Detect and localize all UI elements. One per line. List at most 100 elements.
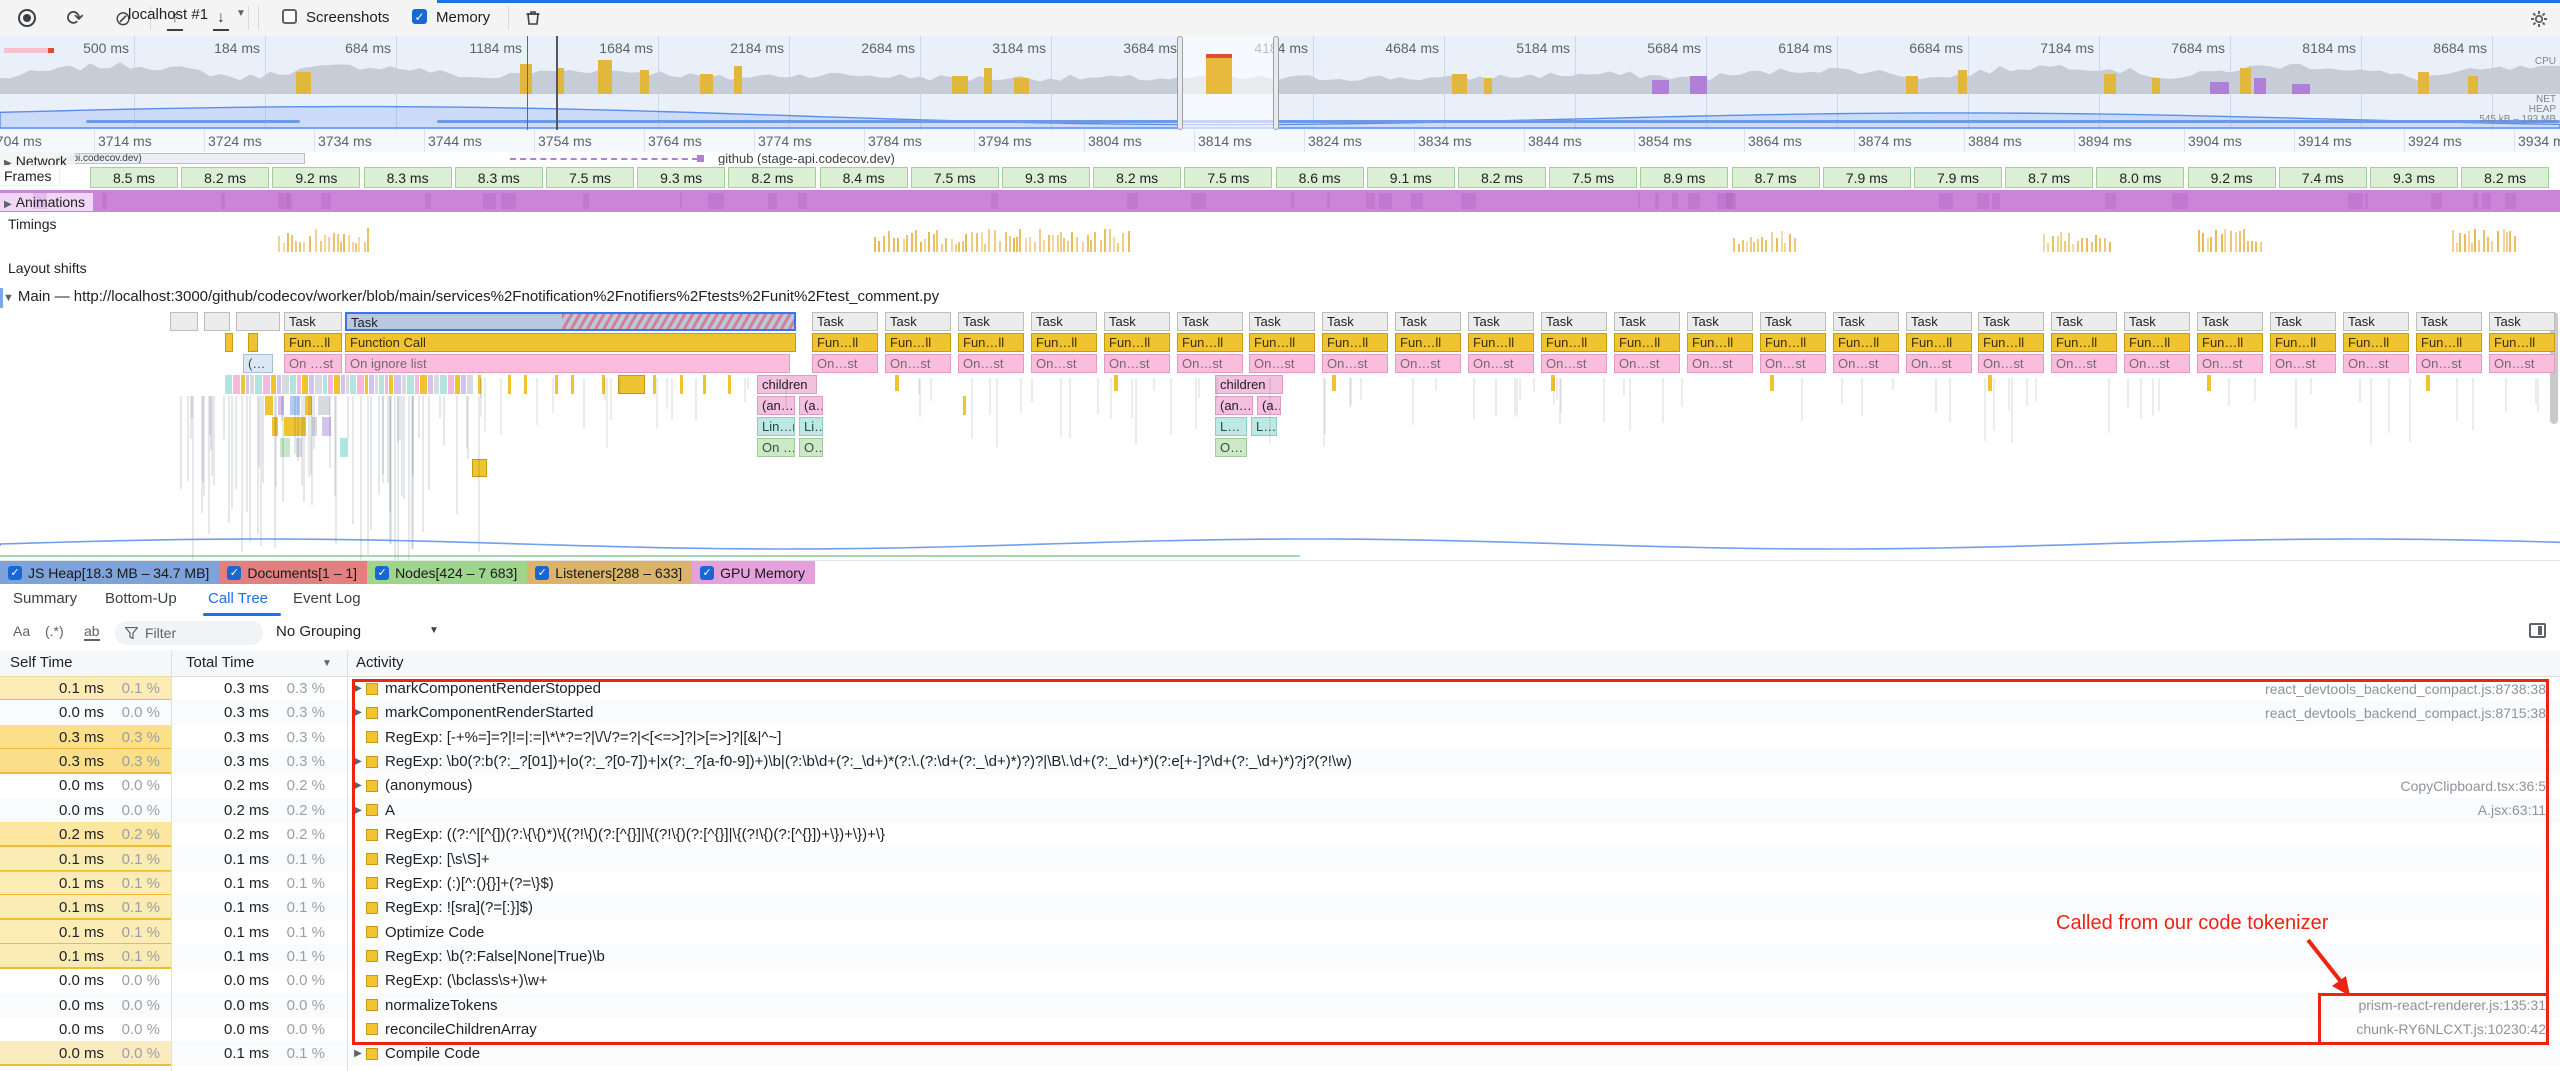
task-block[interactable]: Task: [2051, 312, 2117, 331]
function-call-block[interactable]: Fun…ll: [2124, 333, 2190, 352]
activity-cell[interactable]: ▶markComponentRenderStoppedreact_devtool…: [350, 676, 2560, 701]
ignore-list-block[interactable]: On…st: [1468, 354, 1534, 373]
frame-cell[interactable]: 8.2 ms: [181, 167, 269, 188]
ignore-list-block[interactable]: On…st: [1760, 354, 1826, 373]
table-row[interactable]: 0.3 ms0.3 %0.3 ms0.3 %▶RegExp: \b0(?:b(?…: [0, 749, 2560, 774]
frame-cell[interactable]: 8.5 ms: [90, 167, 178, 188]
expand-arrow-icon[interactable]: ▶: [350, 780, 366, 791]
task-block[interactable]: Task: [1833, 312, 1899, 331]
function-call-block[interactable]: Fun…ll: [1687, 333, 1753, 352]
function-call-block[interactable]: [248, 333, 258, 352]
ignore-list-block[interactable]: On…st: [885, 354, 951, 373]
ignore-list-block[interactable]: On…st: [2197, 354, 2263, 373]
function-call-block[interactable]: Fun…ll: [1760, 333, 1826, 352]
ignore-list-block[interactable]: On ignore list: [345, 354, 790, 373]
frames-track-header[interactable]: Frames: [0, 167, 59, 185]
activity-cell[interactable]: RegExp: (:)[^:(){}]+(?=\}$): [350, 871, 2560, 896]
task-block[interactable]: Task: [2124, 312, 2190, 331]
frame-cell[interactable]: 8.9 ms: [1640, 167, 1728, 188]
task-block[interactable]: Task: [284, 312, 342, 331]
selection-right-handle[interactable]: [1273, 36, 1279, 130]
ignore-list-block[interactable]: On…st: [1322, 354, 1388, 373]
tab-call-tree[interactable]: Call Tree: [208, 590, 268, 607]
counter-checkbox[interactable]: ✓: [535, 566, 549, 580]
frame-cell[interactable]: 8.7 ms: [2005, 167, 2093, 188]
task-block[interactable]: Task: [1687, 312, 1753, 331]
match-whole-word-toggle[interactable]: ab: [84, 623, 100, 641]
task-block[interactable]: Task: [885, 312, 951, 331]
anonymous-block[interactable]: (…: [243, 354, 273, 373]
function-call-block[interactable]: Fun…ll: [2270, 333, 2336, 352]
frame-cell[interactable]: 8.7 ms: [1732, 167, 1820, 188]
frame-cell[interactable]: 7.5 ms: [1549, 167, 1637, 188]
ignore-list-block[interactable]: On…st: [2489, 354, 2555, 373]
ignore-list-block[interactable]: On…st: [1177, 354, 1243, 373]
ignore-list-block[interactable]: O…t: [799, 438, 823, 457]
table-row[interactable]: 0.1 ms0.1 %0.1 ms0.1 %RegExp: [\s\S]+: [0, 847, 2560, 872]
frame-cell[interactable]: 9.3 ms: [1002, 167, 1090, 188]
activity-cell[interactable]: RegExp: [-+%=]=?|!=|:=|\*\*?=?|\/\/?=?|<…: [350, 725, 2560, 750]
tab-event-log[interactable]: Event Log: [293, 590, 361, 607]
match-case-toggle[interactable]: Aa: [13, 623, 30, 639]
task-block[interactable]: Task: [2197, 312, 2263, 331]
ignore-list-block[interactable]: On…st: [1541, 354, 1607, 373]
reload-and-record-button[interactable]: ⟳: [62, 5, 88, 31]
activity-cell[interactable]: RegExp: \b(?:False|None|True)\b: [350, 944, 2560, 969]
frame-cell[interactable]: 8.4 ms: [820, 167, 908, 188]
task-block[interactable]: Task: [1177, 312, 1243, 331]
function-call-block[interactable]: Fun…ll: [2051, 333, 2117, 352]
function-call-block[interactable]: Fun…ll: [2489, 333, 2555, 352]
frame-cell[interactable]: 9.1 ms: [1367, 167, 1455, 188]
ignore-list-block[interactable]: On …ist: [757, 438, 795, 457]
task-block[interactable]: Task: [1541, 312, 1607, 331]
frame-cell[interactable]: 8.6 ms: [1276, 167, 1364, 188]
settings-gear-button[interactable]: [2526, 6, 2552, 32]
task-block[interactable]: Task: [1614, 312, 1680, 331]
source-link[interactable]: A.jsx:63:11: [2478, 802, 2546, 818]
expand-arrow-icon[interactable]: ▶: [350, 756, 366, 767]
task-block[interactable]: Task: [1395, 312, 1461, 331]
frame-cell[interactable]: 7.9 ms: [1914, 167, 2002, 188]
task-block[interactable]: Task: [2270, 312, 2336, 331]
filter-input[interactable]: Filter: [115, 621, 263, 645]
column-activity[interactable]: Activity: [356, 654, 404, 671]
table-row[interactable]: 0.0 ms0.0 %0.2 ms0.2 %▶AA.jsx:63:11: [0, 798, 2560, 823]
table-row[interactable]: 0.0 ms0.0 %0.0 ms0.0 %RegExp: (\bclass\s…: [0, 968, 2560, 993]
ignore-list-block[interactable]: On…st: [1395, 354, 1461, 373]
ignore-list-block[interactable]: On…st: [958, 354, 1024, 373]
frame-cell[interactable]: 7.5 ms: [546, 167, 634, 188]
timeline-overview[interactable]: 500 ms184 ms684 ms1184 ms1684 ms2184 ms2…: [0, 36, 2560, 131]
line-content-block[interactable]: L…: [1215, 417, 1247, 436]
record-button[interactable]: [14, 5, 40, 31]
function-call-block[interactable]: Fun…ll: [885, 333, 951, 352]
frame-cell[interactable]: 8.3 ms: [364, 167, 452, 188]
activity-cell[interactable]: RegExp: (\bclass\s+)\w+: [350, 968, 2560, 993]
children-block[interactable]: children: [757, 375, 817, 394]
ignore-list-block[interactable]: On…st: [1249, 354, 1315, 373]
source-link[interactable]: chunk-RY6NLCXT.js:10230:42: [2356, 1021, 2546, 1037]
function-call-block[interactable]: Fun…ll: [1395, 333, 1461, 352]
table-row[interactable]: 0.0 ms0.0 %0.3 ms0.3 %▶markComponentRend…: [0, 700, 2560, 725]
table-row[interactable]: 0.2 ms0.2 %0.2 ms0.2 %RegExp: ((?:^|[^{]…: [0, 822, 2560, 847]
ignore-list-block[interactable]: On…st: [1104, 354, 1170, 373]
regex-toggle[interactable]: (.*): [45, 623, 64, 639]
task-block[interactable]: Task: [1906, 312, 1972, 331]
function-call-block[interactable]: Fun…ll: [2416, 333, 2482, 352]
frame-cell[interactable]: 9.2 ms: [2188, 167, 2276, 188]
frame-cell[interactable]: 7.4 ms: [2279, 167, 2367, 188]
selection-left-handle[interactable]: [1177, 36, 1183, 130]
frame-cell[interactable]: 7.9 ms: [1823, 167, 1911, 188]
tab-summary[interactable]: Summary: [13, 590, 77, 607]
task-block[interactable]: Task: [1760, 312, 1826, 331]
function-call-block[interactable]: Fun…ll: [812, 333, 878, 352]
frame-cell[interactable]: 7.5 ms: [911, 167, 999, 188]
frame-cell[interactable]: 9.3 ms: [2370, 167, 2458, 188]
layout-shifts-track[interactable]: Layout shifts: [0, 256, 2560, 289]
timings-track[interactable]: Timings: [0, 212, 2560, 257]
network-track[interactable]: e-api.codecov.dev) github (stage-api.cod…: [0, 152, 2560, 165]
function-call-block[interactable]: Fun…ll: [1833, 333, 1899, 352]
source-link[interactable]: react_devtools_backend_compact.js:8715:3…: [2265, 705, 2546, 721]
activity-cell[interactable]: ▶(anonymous)CopyClipboard.tsx:36:5: [350, 773, 2560, 798]
frame-cell[interactable]: 8.2 ms: [728, 167, 816, 188]
tab-bottom-up[interactable]: Bottom-Up: [105, 590, 177, 607]
